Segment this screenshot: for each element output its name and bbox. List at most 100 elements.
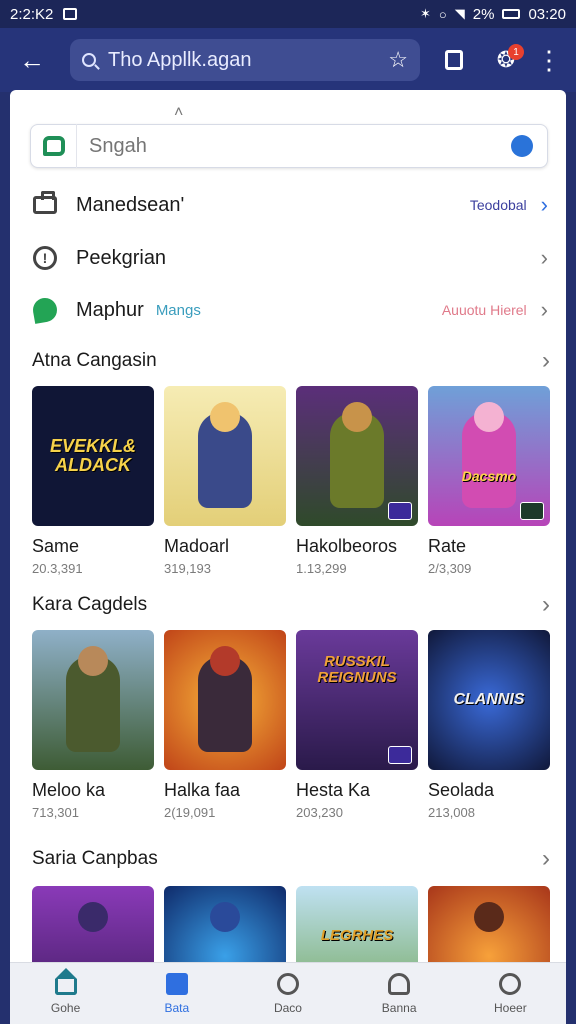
chevron-right-icon: › [542,845,550,872]
art-title: RUSSKIL REIGNUNS [317,653,397,686]
app-card-title: Madoarl [164,536,230,556]
status-bar: 2:2:K2 ✶ ○ ◥ 2% 03:20 [0,0,576,28]
art-title: Dacsmo [461,467,517,484]
voice-search-icon[interactable] [511,135,533,157]
app-card-count: 213,008 [428,805,475,820]
settings-row-value: Teodobal [469,197,527,213]
app-card-count: 203,230 [296,805,343,820]
bag-icon [445,50,463,70]
settings-row-label: Manedsean' [76,193,185,216]
leaf-icon-wrap [30,295,60,325]
hero-head [78,646,108,676]
app-card-art [32,630,154,770]
arrow-left-icon: ← [19,44,45,75]
hero-head [78,902,108,932]
nav-label: Daco [273,1000,302,1015]
app-card[interactable]: CLANNIS Seolada 213,008 [428,630,550,820]
nav-games[interactable]: Daco [248,972,328,1015]
settings-row-value: Auuotu Hierel [441,302,527,318]
app-card-title: Same [32,536,80,556]
nav-label: Hoeer [494,1000,527,1015]
chevron-right-icon: › [540,192,548,217]
app-bar: ← Tho Appllk.agan ☆ ❂ 1 ⋮ [0,28,576,92]
chevron-right-icon: › [540,297,548,322]
status-clock: 03:20 [528,5,566,23]
section-header-1[interactable]: Kara Cagdels › [32,590,550,620]
app-card-title: Seolada [428,780,495,800]
app-card-title: Halka faa [164,780,241,800]
url-bar[interactable]: Tho Appllk.agan ☆ [70,39,420,81]
settings-row-0[interactable]: Manedsean' Teodobal › [30,182,548,228]
search-card [30,124,548,168]
settings-row-2[interactable]: Maphur Mangs Auuotu Hierel › [30,287,548,333]
nav-label: Banna [381,1000,417,1015]
store-logo-icon [42,136,65,156]
star-icon[interactable]: ☆ [388,47,408,73]
settings-row-1[interactable]: ! Peekgrian › [30,235,548,281]
wifi-icon: ◥ [454,6,465,21]
content-sheet: ˄ Manedsean' Teodobal › ! Peekgrian › Ma… [10,90,566,1024]
url-text: Tho Appllk.agan [108,48,252,71]
app-card-title: Hesta Ka [296,780,371,800]
app-card[interactable]: Hakolbeoros 1.13,299 [296,386,418,576]
info-icon-wrap: ! [30,243,60,273]
section-title: Saria Canpbas [32,848,158,869]
briefcase-icon-wrap [30,190,60,220]
status-time: 2:2:K2 [10,5,54,23]
section-header-0[interactable]: Atna Cangasin › [32,346,550,376]
badge-icon [520,502,544,520]
leaf-icon [31,296,59,324]
app-card-title: Rate [428,536,467,556]
app-card-count: 2/3,309 [428,561,472,576]
section-header-2[interactable]: Saria Canpbas › [32,844,550,874]
app-card[interactable]: RUSSKIL REIGNUNS Hesta Ka 203,230 [296,630,418,820]
games-icon [276,972,299,995]
app-card[interactable]: EVEKKL& ALDACK Same 20.3,391 [32,386,154,576]
search-input[interactable] [77,126,511,166]
nav-label: Bata [164,1000,190,1015]
nav-search[interactable]: Hoeer [470,972,550,1015]
app-card-art [164,386,286,526]
more-menu-icon[interactable]: ⋮ [536,45,562,76]
app-card-art [296,386,418,526]
bag-button[interactable] [436,42,472,78]
app-card-art: CLANNIS [428,630,550,770]
app-card[interactable]: Dacsmo Rate 2/3,309 [428,386,550,576]
badge-icon [388,746,412,764]
app-card-title: Meloo ka [32,780,106,800]
collapse-caret-icon[interactable]: ˄ [174,104,183,122]
app-card[interactable]: Madoarl 319,193 [164,386,286,576]
settings-row-label: Peekgrian [76,246,167,269]
app-card[interactable]: Halka faa 2(19,091 [164,630,286,820]
settings-row-sub: Mangs [155,301,201,319]
search-icon [82,53,96,67]
apps-icon [165,972,188,995]
art-title: EVEKKL& ALDACK [49,436,136,475]
hero-head [210,402,240,432]
battery-icon [502,9,521,19]
app-card-count: 20.3,391 [32,561,83,576]
app-card[interactable]: Meloo ka 713,301 [32,630,154,820]
app-card-art: RUSSKIL REIGNUNS [296,630,418,770]
hero-head [474,902,504,932]
hero-head [342,402,372,432]
nav-apps[interactable]: Bata [137,972,217,1015]
briefcase-icon [33,191,57,214]
section-title: Kara Cagdels [32,594,148,615]
nav-home[interactable]: Gohe [26,967,106,1015]
search-icon [499,972,522,995]
hero-head [474,402,504,432]
nav-label: Gohe [50,1000,81,1015]
info-icon: ! [33,246,57,270]
store-logo [31,124,77,168]
chevron-right-icon: › [542,591,550,618]
bluetooth-icon: ✶ [420,6,431,21]
home-icon [54,967,77,995]
notifications-button[interactable]: ❂ 1 [488,42,524,78]
chevron-right-icon: › [540,245,548,270]
battery-percent: 2% [472,5,495,23]
notification-badge: 1 [508,44,524,60]
back-button[interactable]: ← [14,42,50,78]
nav-account[interactable]: Banna [359,972,439,1015]
art-title: LEGRHES [320,927,394,945]
